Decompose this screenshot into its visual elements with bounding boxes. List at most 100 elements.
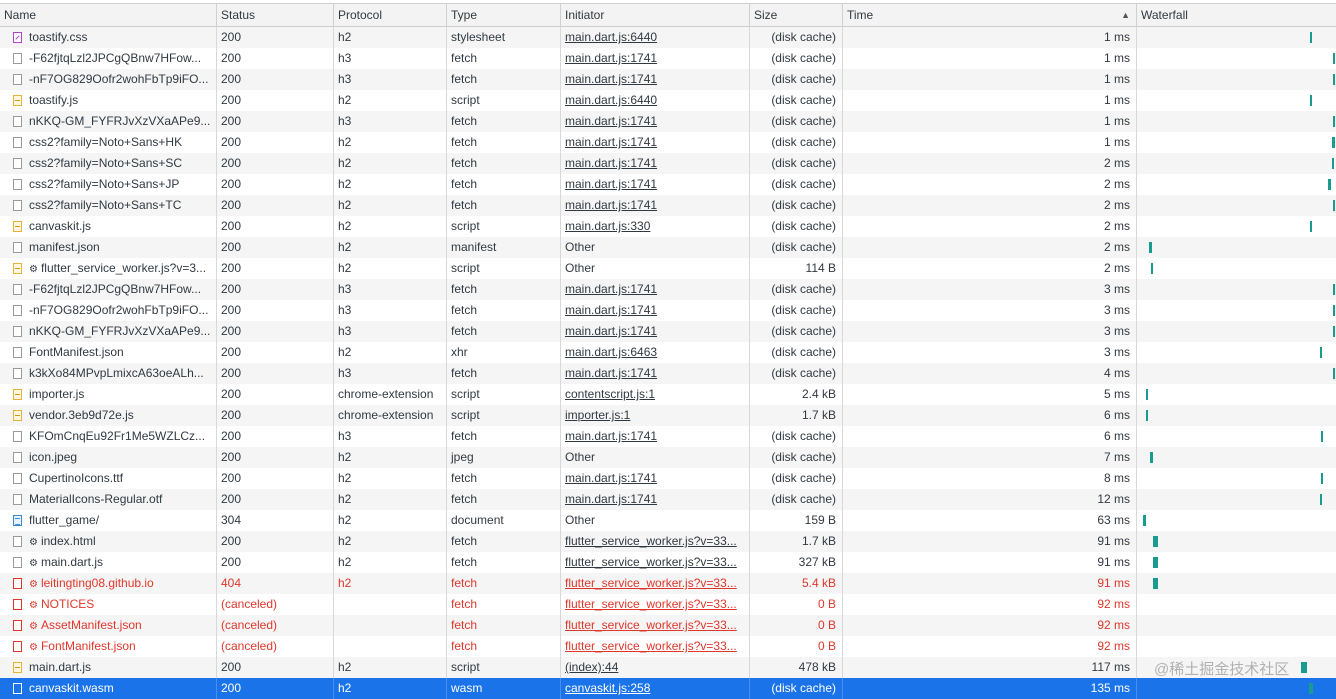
request-initiator[interactable]: main.dart.js:1741 xyxy=(565,324,657,338)
request-initiator[interactable]: main.dart.js:1741 xyxy=(565,156,657,170)
waterfall-bar[interactable] xyxy=(1333,326,1335,337)
request-name-cell: vendor.3eb9d72e.js xyxy=(0,405,217,426)
request-initiator[interactable]: main.dart.js:1741 xyxy=(565,282,657,296)
table-row[interactable]: k3kXo84MPvpLmixcA63oeALh... 200 h3 fetch mai… xyxy=(0,363,1336,384)
waterfall-bar[interactable] xyxy=(1310,32,1312,43)
table-row[interactable]: -nF7OG829Oofr2wohFbTp9iFO... 200 h3 fetch ma… xyxy=(0,69,1336,90)
request-initiator[interactable]: main.dart.js:6440 xyxy=(565,30,657,44)
waterfall-bar[interactable] xyxy=(1150,452,1153,463)
column-header-size[interactable]: Size xyxy=(750,4,843,27)
waterfall-bar[interactable] xyxy=(1333,200,1335,211)
request-initiator[interactable]: main.dart.js:1741 xyxy=(565,51,657,65)
request-initiator[interactable]: main.dart.js:6440 xyxy=(565,93,657,107)
waterfall-bar[interactable] xyxy=(1153,557,1158,568)
waterfall-bar[interactable] xyxy=(1333,284,1335,295)
table-row[interactable]: css2?family=Noto+Sans+HK 200 h2 fetch main.d… xyxy=(0,132,1336,153)
request-initiator[interactable]: main.dart.js:1741 xyxy=(565,72,657,86)
table-row[interactable]: vendor.3eb9d72e.js 200 chrome-extension scr… xyxy=(0,405,1336,426)
table-row[interactable]: ⚙ FontManifest.json (canceled) fetch flutter… xyxy=(0,636,1336,657)
table-row[interactable]: toastify.js 200 h2 script main.dart.js:6440 (… xyxy=(0,90,1336,111)
waterfall-bar[interactable] xyxy=(1153,536,1158,547)
waterfall-bar[interactable] xyxy=(1149,242,1152,253)
request-initiator[interactable]: main.dart.js:330 xyxy=(565,219,650,233)
table-row[interactable]: KFOmCnqEu92Fr1Me5WZLCz... 200 h3 fetch main.… xyxy=(0,426,1336,447)
table-row[interactable]: main.dart.js 200 h2 script (index):44 478 kB 1… xyxy=(0,657,1336,678)
column-header-time[interactable]: Time ▲ xyxy=(843,4,1137,27)
waterfall-bar[interactable] xyxy=(1309,683,1313,694)
request-initiator[interactable]: main.dart.js:1741 xyxy=(565,303,657,317)
table-row[interactable]: manifest.json 200 h2 manifest Other (disk cac… xyxy=(0,237,1336,258)
column-header-protocol[interactable]: Protocol xyxy=(334,4,447,27)
waterfall-bar[interactable] xyxy=(1333,74,1335,85)
table-row[interactable]: FontManifest.json 200 h2 xhr main.dart.js:64… xyxy=(0,342,1336,363)
request-initiator[interactable]: main.dart.js:1741 xyxy=(565,492,657,506)
column-header-initiator[interactable]: Initiator xyxy=(561,4,750,27)
request-initiator[interactable]: main.dart.js:1741 xyxy=(565,429,657,443)
table-row[interactable]: ⚙ leitingting08.github.io 404 h2 fetch flutte… xyxy=(0,573,1336,594)
table-row[interactable]: ⚙ flutter_service_worker.js?v=3... 200 h2 sc… xyxy=(0,258,1336,279)
waterfall-bar[interactable] xyxy=(1153,578,1158,589)
table-row[interactable]: css2?family=Noto+Sans+SC 200 h2 fetch main.d… xyxy=(0,153,1336,174)
request-initiator[interactable]: contentscript.js:1 xyxy=(565,387,655,401)
request-initiator[interactable]: flutter_service_worker.js?v=33... xyxy=(565,555,737,569)
request-initiator[interactable]: main.dart.js:1741 xyxy=(565,198,657,212)
waterfall-bar[interactable] xyxy=(1143,515,1146,526)
column-header-waterfall[interactable]: Waterfall xyxy=(1137,4,1336,27)
table-row[interactable]: toastify.css 200 h2 stylesheet main.dart.js:… xyxy=(0,27,1336,48)
waterfall-bar[interactable] xyxy=(1333,305,1335,316)
request-initiator[interactable]: flutter_service_worker.js?v=33... xyxy=(565,576,737,590)
waterfall-bar[interactable] xyxy=(1320,347,1322,358)
table-row[interactable]: nKKQ-GM_FYFRJvXzVXaAPe9... 200 h3 fetch main… xyxy=(0,321,1336,342)
table-row[interactable]: ⚙ index.html 200 h2 fetch flutter_service_wor… xyxy=(0,531,1336,552)
column-header-name[interactable]: Name xyxy=(0,4,217,27)
table-row-selected[interactable]: canvaskit.wasm 200 h2 wasm canvaskit.js:258 (… xyxy=(0,678,1336,699)
column-header-status[interactable]: Status xyxy=(217,4,334,27)
table-row[interactable]: MaterialIcons-Regular.otf 200 h2 fetch main.… xyxy=(0,489,1336,510)
waterfall-bar[interactable] xyxy=(1332,158,1334,169)
waterfall-bar[interactable] xyxy=(1146,389,1148,400)
table-row[interactable]: ⚙ main.dart.js 200 h2 fetch flutter_service_w… xyxy=(0,552,1336,573)
table-row[interactable]: CupertinoIcons.ttf 200 h2 fetch main.dart.js… xyxy=(0,468,1336,489)
table-row[interactable]: ⚙ AssetManifest.json (canceled) fetch flutte… xyxy=(0,615,1336,636)
waterfall-bar[interactable] xyxy=(1321,473,1323,484)
request-initiator[interactable]: main.dart.js:1741 xyxy=(565,177,657,191)
request-initiator[interactable]: (index):44 xyxy=(565,660,618,674)
table-row[interactable]: css2?family=Noto+Sans+JP 200 h2 fetch main.d… xyxy=(0,174,1336,195)
waterfall-bar[interactable] xyxy=(1328,179,1331,190)
request-initiator[interactable]: main.dart.js:1741 xyxy=(565,366,657,380)
waterfall-bar[interactable] xyxy=(1310,221,1312,232)
request-initiator[interactable]: importer.js:1 xyxy=(565,408,630,422)
request-initiator[interactable]: flutter_service_worker.js?v=33... xyxy=(565,534,737,548)
waterfall-bar[interactable] xyxy=(1310,95,1312,106)
request-initiator[interactable]: main.dart.js:1741 xyxy=(565,135,657,149)
waterfall-bar[interactable] xyxy=(1321,431,1323,442)
waterfall-bar[interactable] xyxy=(1151,263,1153,274)
waterfall-bar[interactable] xyxy=(1301,662,1307,673)
column-header-type[interactable]: Type xyxy=(447,4,561,27)
request-initiator[interactable]: main.dart.js:1741 xyxy=(565,471,657,485)
table-row[interactable]: icon.jpeg 200 h2 jpeg Other (disk cache) 7 ms xyxy=(0,447,1336,468)
table-row[interactable]: importer.js 200 chrome-extension script cont… xyxy=(0,384,1336,405)
table-row[interactable]: -F62fjtqLzl2JPCgQBnw7HFow... 200 h3 fetch ma… xyxy=(0,279,1336,300)
request-size-cell: (disk cache) xyxy=(750,426,843,447)
waterfall-bar[interactable] xyxy=(1333,53,1335,64)
table-row[interactable]: nKKQ-GM_FYFRJvXzVXaAPe9... 200 h3 fetch main… xyxy=(0,111,1336,132)
table-row[interactable]: canvaskit.js 200 h2 script main.dart.js:330 (… xyxy=(0,216,1336,237)
waterfall-bar[interactable] xyxy=(1333,368,1335,379)
request-initiator[interactable]: main.dart.js:1741 xyxy=(565,114,657,128)
waterfall-bar[interactable] xyxy=(1320,494,1322,505)
request-initiator[interactable]: flutter_service_worker.js?v=33... xyxy=(565,618,737,632)
request-initiator[interactable]: main.dart.js:6463 xyxy=(565,345,657,359)
table-row[interactable]: flutter_game/304 h2 document Other 159 B 63 m… xyxy=(0,510,1336,531)
table-row[interactable]: css2?family=Noto+Sans+TC 200 h2 fetch main.d… xyxy=(0,195,1336,216)
waterfall-bar[interactable] xyxy=(1146,410,1148,421)
table-row[interactable]: -nF7OG829Oofr2wohFbTp9iFO... 200 h3 fetch ma… xyxy=(0,300,1336,321)
table-row[interactable]: ⚙ NOTICES (canceled) fetch flutter_service_w… xyxy=(0,594,1336,615)
request-initiator[interactable]: canvaskit.js:258 xyxy=(565,681,650,695)
waterfall-bar[interactable] xyxy=(1333,116,1335,127)
request-initiator[interactable]: flutter_service_worker.js?v=33... xyxy=(565,639,737,653)
waterfall-bar[interactable] xyxy=(1332,137,1335,148)
request-initiator[interactable]: flutter_service_worker.js?v=33... xyxy=(565,597,737,611)
sort-ascending-icon[interactable]: ▲ xyxy=(1121,4,1130,27)
table-row[interactable]: -F62fjtqLzl2JPCgQBnw7HFow... 200 h3 fetch ma… xyxy=(0,48,1336,69)
